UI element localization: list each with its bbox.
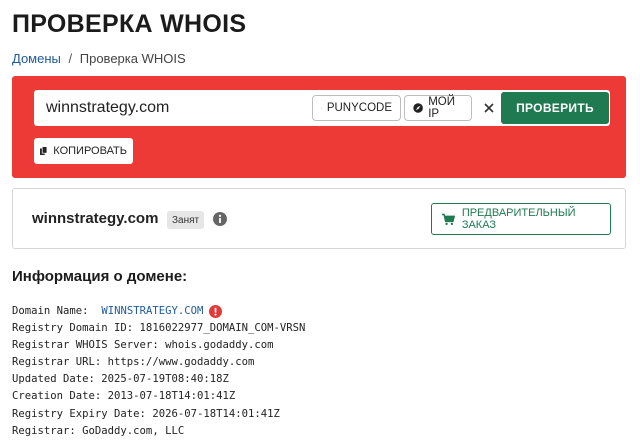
whois-line: Registrar WHOIS Server: whois.godaddy.co…: [12, 339, 274, 352]
status-badge: Занят: [167, 211, 205, 229]
close-icon: [484, 103, 494, 113]
search-panel: PUNYCODE МОЙ IP ПРОВЕРИТЬ КОПИРОВАТЬ: [12, 76, 626, 178]
breadcrumb-current: Проверка WHOIS: [79, 51, 186, 66]
whois-line: Registrar URL: https://www.godaddy.com: [12, 356, 255, 369]
cart-icon: [442, 213, 455, 225]
whois-line: Registry Expiry Date: 2026-07-18T14:01:4…: [12, 407, 280, 420]
whois-line: Registrar: GoDaddy.com, LLC: [12, 424, 185, 437]
whois-domain-value[interactable]: WINNSTRATEGY.COM: [101, 303, 203, 320]
info-icon[interactable]: [213, 212, 227, 226]
whois-line: Registry Domain ID: 1816022977_DOMAIN_CO…: [12, 322, 306, 335]
punycode-label: PUNYCODE: [326, 102, 392, 114]
breadcrumb-link-domains[interactable]: Домены: [12, 51, 61, 66]
whois-record: Domain Name: WINNSTRATEGY.COM Registry D…: [12, 303, 305, 440]
breadcrumb: Домены / Проверка WHOIS: [12, 51, 186, 66]
refresh-icon: [321, 107, 322, 109]
clear-search-button[interactable]: [479, 98, 499, 118]
my-ip-button[interactable]: МОЙ IP: [404, 95, 472, 121]
preorder-label: ПРЕДВАРИТЕЛЬНЫЙ ЗАКАЗ: [461, 207, 576, 231]
whois-domain-line: Domain Name: WINNSTRATEGY.COM: [12, 303, 305, 320]
search-box: PUNYCODE МОЙ IP ПРОВЕРИТЬ: [34, 90, 610, 126]
my-ip-label: МОЙ IP: [428, 96, 456, 120]
check-button[interactable]: ПРОВЕРИТЬ: [501, 92, 609, 124]
compass-icon: [413, 103, 423, 113]
copy-button[interactable]: КОПИРОВАТЬ: [34, 138, 133, 164]
copy-icon: [40, 146, 48, 156]
breadcrumb-separator: /: [68, 51, 73, 66]
warning-icon: [209, 305, 223, 319]
domain-result-card: winnstrategy.com Занят ПРЕДВАРИТЕЛЬНЫЙ З…: [12, 188, 626, 249]
result-domain-name: winnstrategy.com: [32, 210, 159, 227]
whois-domain-label: Domain Name:: [12, 305, 89, 317]
whois-line: Creation Date: 2013-07-18T14:01:41Z: [12, 390, 236, 403]
whois-line: Updated Date: 2025-07-19T08:40:18Z: [12, 373, 229, 386]
domain-info-heading: Информация о домене:: [12, 268, 188, 285]
domain-search-input[interactable]: [46, 90, 306, 126]
punycode-button[interactable]: PUNYCODE: [312, 95, 401, 121]
copy-label: КОПИРОВАТЬ: [53, 145, 127, 157]
page-title: ПРОВЕРКА WHOIS: [12, 10, 247, 38]
preorder-button[interactable]: ПРЕДВАРИТЕЛЬНЫЙ ЗАКАЗ: [431, 203, 611, 235]
